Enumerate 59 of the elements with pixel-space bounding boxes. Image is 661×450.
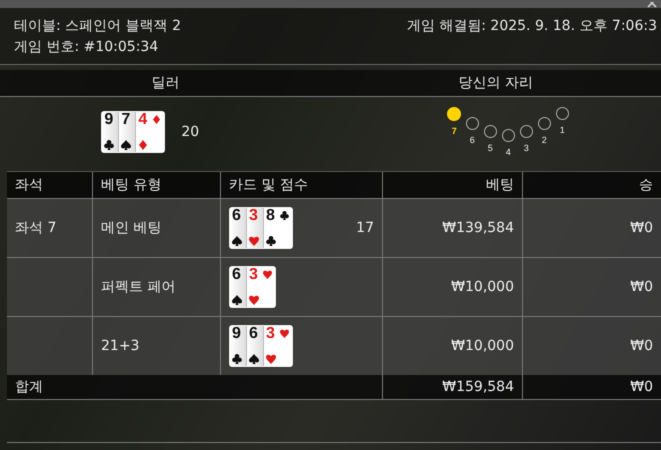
club-icon	[266, 236, 276, 246]
club-icon	[104, 140, 114, 150]
playing-cards: 9 6 3	[229, 325, 293, 367]
dealer-heading: 딜러	[150, 74, 180, 92]
diamond-icon	[152, 115, 162, 124]
playing-cards: 6 3 8	[229, 207, 293, 249]
total-label: 합계	[15, 378, 43, 396]
seat-number: 1	[560, 125, 565, 135]
bet-amount: ₩10,000	[451, 279, 514, 295]
spade-icon	[249, 354, 259, 364]
heart-icon	[266, 354, 276, 364]
seat-marker[interactable]	[556, 107, 569, 120]
win-amount: ₩0	[630, 338, 653, 354]
your-seat-heading: 당신의 자리	[458, 74, 534, 92]
club-icon	[232, 354, 242, 364]
spade-icon	[232, 236, 242, 246]
heart-icon	[249, 295, 259, 305]
resolved-time: 게임 해결됨: 2025. 9. 18. 오후 7:06:3	[406, 17, 657, 35]
total-win: ₩0	[630, 379, 653, 395]
playing-cards: 6 3	[229, 266, 276, 308]
spade-icon	[121, 140, 132, 150]
seat-number: 3	[524, 143, 529, 153]
bet-type-cell: 퍼펙트 페어	[101, 278, 176, 296]
column-header: 베팅	[486, 176, 514, 194]
win-amount: ₩0	[630, 279, 653, 295]
bet-type-cell: 메인 베팅	[101, 219, 162, 237]
seat-marker[interactable]	[502, 129, 515, 142]
spade-icon	[232, 295, 242, 305]
hand-score: 17	[356, 220, 374, 236]
bet-amount: ₩10,000	[451, 338, 514, 354]
heart-icon	[263, 270, 272, 279]
seat-number: 6	[470, 135, 475, 145]
seat-number: 4	[506, 147, 511, 157]
seat-number: 2	[542, 135, 547, 145]
seat-marker[interactable]	[538, 117, 551, 130]
table-name: 테이블: 스페인어 블랙잭 2	[14, 17, 181, 35]
seat-marker[interactable]	[520, 125, 533, 138]
total-bet: ₩159,584	[442, 379, 514, 395]
column-header: 카드 및 점수	[229, 176, 308, 194]
dealer-score: 20	[181, 124, 200, 140]
seat-marker[interactable]	[484, 125, 497, 138]
heart-icon	[249, 236, 259, 246]
column-header: 승	[639, 176, 653, 194]
seat-marker[interactable]	[466, 117, 479, 130]
heart-icon	[280, 329, 289, 338]
seat-number: 5	[488, 143, 493, 153]
bet-type-cell: 21+3	[101, 338, 140, 354]
seat-marker[interactable]	[447, 107, 462, 121]
diamond-icon	[138, 140, 148, 150]
close-icon[interactable]	[647, 2, 657, 8]
playing-cards: 9 7 4	[101, 111, 166, 153]
seat-number: 7	[452, 126, 457, 136]
club-icon	[280, 211, 289, 220]
column-header: 좌석	[15, 176, 43, 194]
column-header: 베팅 유형	[101, 176, 162, 194]
win-amount: ₩0	[630, 220, 653, 236]
bet-amount: ₩139,584	[442, 220, 514, 236]
game-number: 게임 번호: #10:05:34	[14, 38, 158, 56]
seat-cell: 좌석 7	[15, 219, 56, 237]
